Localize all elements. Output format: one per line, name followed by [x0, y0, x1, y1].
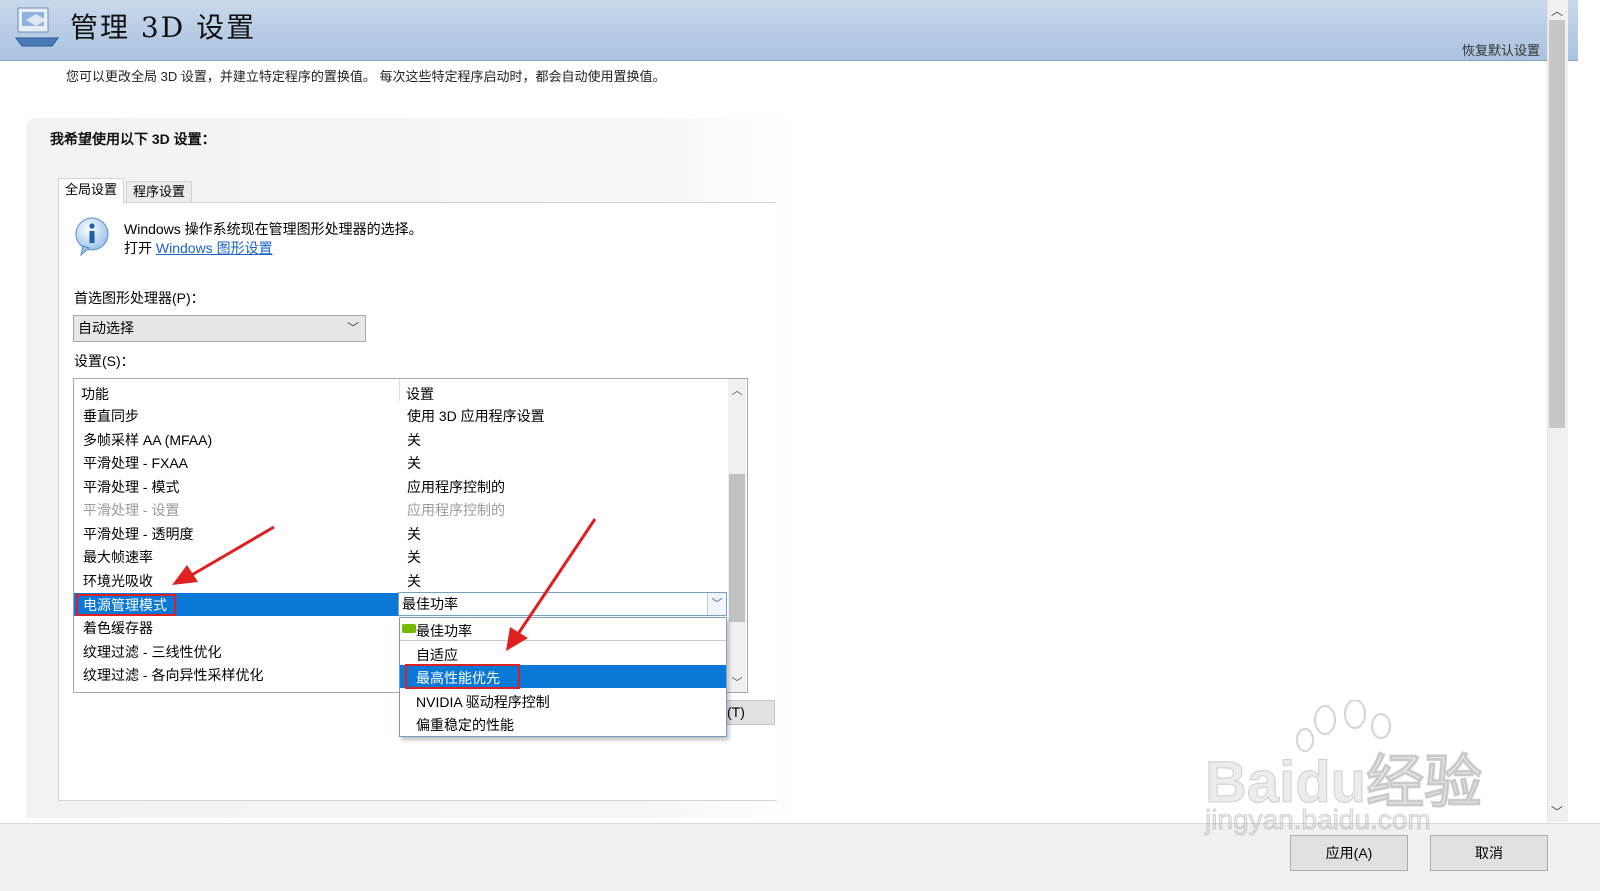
annotation-box-power-mode [76, 594, 176, 616]
dropdown-option[interactable]: 偏重稳定的性能 [400, 712, 726, 735]
preferred-gpu-value: 自动选择 [78, 320, 134, 336]
windows-graphics-settings-link[interactable]: Windows 图形设置 [156, 240, 273, 256]
table-row[interactable]: 平滑处理 - 模式 应用程序控制的 [74, 475, 726, 498]
table-row-disabled: 平滑处理 - 设置 应用程序控制的 [74, 498, 726, 521]
feature-cell: 环境光吸收 [83, 573, 153, 589]
feature-cell: 平滑处理 - 透明度 [83, 526, 194, 542]
page-title: 管理 3D 设置 [70, 11, 257, 44]
info-open-text: 打开 [124, 240, 152, 256]
tab-program-settings[interactable]: 程序设置 [126, 181, 193, 202]
chevron-down-icon: ﹀ [346, 321, 359, 335]
table-row[interactable]: 最大帧速率 关 [74, 545, 726, 568]
tab-global-settings[interactable]: 全局设置 [58, 178, 125, 204]
feature-cell: 垂直同步 [83, 408, 139, 424]
option-label: 偏重稳定的性能 [416, 717, 514, 733]
setting-cell: 关 [407, 526, 421, 542]
feature-cell: 纹理过滤 - 各向异性采样优化 [83, 667, 264, 683]
dropdown-option[interactable]: 自适应 [400, 642, 726, 665]
watermark-url: jingyan.baidu.com [1205, 804, 1432, 836]
chevron-down-icon[interactable]: ﹀ [707, 593, 726, 615]
preferred-gpu-select[interactable]: 自动选择 ﹀ [73, 315, 366, 342]
option-label: 最佳功率 [416, 623, 472, 639]
scroll-up-icon[interactable]: ︿ [728, 382, 746, 398]
scroll-down-icon[interactable]: ﹀ [728, 674, 746, 690]
table-row[interactable]: 平滑处理 - FXAA 关 [74, 451, 726, 474]
setting-cell: 关 [407, 432, 421, 448]
preferred-gpu-label: 首选图形处理器(P)： [74, 290, 205, 306]
settings-label: 设置(S)： [74, 353, 135, 369]
power-mode-combo[interactable]: 最佳功率 ﹀ [398, 592, 727, 616]
feature-cell: 最大帧速率 [83, 549, 153, 565]
partially-hidden-button[interactable]: (T) [720, 700, 775, 725]
info-message: Windows 操作系统现在管理图形处理器的选择。 [124, 221, 423, 237]
feature-cell: 着色缓存器 [83, 620, 153, 636]
feature-cell: 纹理过滤 - 三线性优化 [83, 644, 222, 660]
setting-cell: 使用 3D 应用程序设置 [407, 408, 545, 424]
window-scroll-thumb[interactable] [1549, 20, 1565, 428]
info-open-line: 打开 Windows 图形设置 [124, 238, 273, 258]
table-row[interactable]: 垂直同步 使用 3D 应用程序设置 [74, 404, 726, 427]
window-scroll-down-icon[interactable]: ﹀ [1547, 803, 1567, 820]
table-row[interactable]: 环境光吸收 关 [74, 569, 726, 592]
header-bar: 管理 3D 设置 恢复默认设置 [0, 0, 1578, 61]
apply-button[interactable]: 应用(A) [1290, 835, 1408, 871]
feature-cell: 平滑处理 - 设置 [83, 502, 180, 518]
window-scroll-up-icon[interactable]: ︿ [1547, 2, 1567, 19]
page-description: 您可以更改全局 3D 设置，并建立特定程序的置换值。 每次这些特定程序启动时，都… [66, 69, 666, 84]
column-separator [399, 379, 400, 401]
column-header-setting[interactable]: 设置 [406, 384, 434, 404]
table-row[interactable]: 多帧采样 AA (MFAA) 关 [74, 428, 726, 451]
panel-heading: 我希望使用以下 3D 设置： [50, 131, 216, 147]
option-label: 自适应 [416, 647, 458, 663]
nvidia-recommended-icon [402, 624, 416, 633]
setting-cell: 应用程序控制的 [407, 479, 505, 495]
dropdown-option[interactable]: NVIDIA 驱动程序控制 [400, 689, 726, 712]
table-row[interactable]: 平滑处理 - 透明度 关 [74, 522, 726, 545]
setting-cell: 应用程序控制的 [407, 502, 505, 518]
feature-cell: 平滑处理 - 模式 [83, 479, 180, 495]
setting-cell: 关 [407, 549, 421, 565]
setting-cell: 关 [407, 573, 421, 589]
feature-cell: 平滑处理 - FXAA [83, 455, 189, 471]
restore-defaults-link[interactable]: 恢复默认设置 [1462, 40, 1540, 59]
nvidia-3d-settings-icon [15, 7, 59, 47]
info-icon [75, 217, 109, 256]
annotation-box-max-performance [405, 664, 520, 689]
setting-cell: 关 [407, 455, 421, 471]
option-label: NVIDIA 驱动程序控制 [416, 694, 550, 710]
column-header-feature[interactable]: 功能 [81, 384, 109, 404]
power-mode-value: 最佳功率 [402, 596, 458, 612]
feature-cell: 多帧采样 AA (MFAA) [83, 432, 213, 448]
dropdown-option[interactable]: 最佳功率 [400, 618, 726, 641]
table-scroll-thumb[interactable] [729, 474, 745, 622]
dropdown-separator [400, 640, 726, 641]
cancel-button[interactable]: 取消 [1430, 835, 1548, 871]
